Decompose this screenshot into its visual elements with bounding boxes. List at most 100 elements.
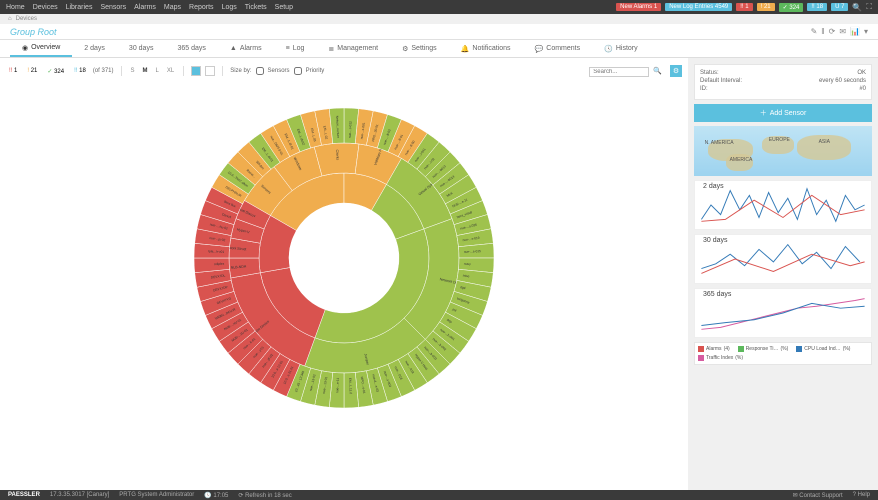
legend-swatch	[738, 346, 744, 352]
footer-time: 🕓 17:05	[204, 492, 228, 499]
priority-checkbox[interactable]	[294, 67, 302, 75]
legend-item: Response Ti… (%)	[738, 346, 789, 352]
priority-label: Priority	[306, 68, 325, 74]
page-title: Group Root	[10, 27, 57, 37]
size-by-label: Size by:	[230, 68, 251, 74]
minichart-30days[interactable]: 30 days	[694, 234, 872, 284]
sensors-checkbox[interactable]	[256, 67, 264, 75]
id-label: ID:	[700, 86, 708, 92]
view-toolbar: 1 21 324 18 (of 371) S M L XL Size by: S…	[6, 64, 682, 78]
add-sensor-button[interactable]: ＋ Add Sensor	[694, 104, 872, 122]
legend-panel: Alarms (4) Response Ti… (%) CPU Load Ind…	[694, 342, 872, 365]
breadcrumb-item[interactable]: Devices	[16, 16, 37, 22]
stat-warn[interactable]: 21	[24, 67, 40, 75]
nav-tickets[interactable]: Tickets	[245, 4, 267, 11]
fullscreen-icon[interactable]: ⛶	[866, 2, 872, 12]
minichart-title: 2 days	[703, 183, 724, 190]
nav-reports[interactable]: Reports	[189, 4, 214, 11]
nav-logs[interactable]: Logs	[222, 4, 237, 11]
minichart-365days[interactable]: 365 days	[694, 288, 872, 338]
search-box	[589, 66, 649, 77]
tab-management[interactable]: ≣Management	[316, 40, 390, 57]
nav-devices[interactable]: Devices	[33, 4, 58, 11]
alarm-icon: ▲	[230, 45, 237, 52]
minichart-title: 365 days	[703, 291, 731, 298]
legend-item: Traffic Index (%)	[698, 355, 743, 361]
chart-icon[interactable]: 📊	[850, 27, 860, 36]
size-m[interactable]: M	[141, 68, 150, 74]
stat-paused[interactable]: 18	[71, 67, 89, 75]
tab-overview[interactable]: ◉Overview	[10, 40, 72, 57]
search-input[interactable]	[589, 67, 649, 77]
search-icon[interactable]: 🔍	[852, 3, 862, 12]
view-sunburst-button[interactable]	[191, 66, 201, 76]
title-bar: Group Root ✎ ‖ ⟳ ✉ 📊 ▾	[0, 24, 878, 40]
new-log-badge[interactable]: New Log Entries 4549	[665, 3, 732, 11]
divider	[121, 66, 122, 76]
footer-support[interactable]: ✉ Contact Support	[793, 492, 843, 499]
footer-help[interactable]: ? Help	[853, 492, 870, 499]
home-icon[interactable]: ⌂	[8, 16, 12, 22]
svg-text:EM...L.11.d: EM...L.11.d	[348, 378, 353, 394]
tab-notifications[interactable]: 🔔Notifications	[449, 40, 523, 57]
tab-30days[interactable]: 30 days	[117, 40, 166, 57]
view-grid-button[interactable]	[205, 66, 215, 76]
footer: PAESSLER 17.3.35.3017 [Canary] PRTG Syst…	[0, 490, 878, 500]
legend-item: Alarms (4)	[698, 346, 730, 352]
minichart-title: 30 days	[703, 237, 728, 244]
sunburst-chart[interactable]: ServersWindowsClientsVMWare HostsVirtual…	[184, 98, 504, 418]
edit-icon[interactable]: ✎	[811, 27, 818, 36]
interval-value: every 60 seconds	[819, 78, 866, 84]
new-alarms-badge[interactable]: New Alarms 1	[616, 3, 661, 11]
tab-comments[interactable]: 💬Comments	[523, 40, 593, 57]
status-panel: Status:OK Default Interval:every 60 seco…	[694, 64, 872, 100]
nav-maps[interactable]: Maps	[164, 4, 181, 11]
comment-icon: 💬	[535, 45, 544, 53]
nav-setup[interactable]: Setup	[275, 4, 293, 11]
status-badge-up[interactable]: ✓ 324	[779, 3, 804, 12]
main-content: 1 21 324 18 (of 371) S M L XL Size by: S…	[0, 58, 688, 490]
tab-alarms[interactable]: ▲Alarms	[218, 40, 274, 57]
sensors-label: Sensors	[268, 68, 290, 74]
nav-libraries[interactable]: Libraries	[66, 4, 93, 11]
footer-brand[interactable]: PAESSLER	[8, 492, 40, 498]
management-icon: ≣	[328, 45, 334, 53]
status-badge-paused[interactable]: !! 18	[807, 3, 827, 11]
tab-365days[interactable]: 365 days	[165, 40, 217, 57]
menu-icon[interactable]: ▾	[864, 27, 868, 36]
right-sidebar: Status:OK Default Interval:every 60 seco…	[688, 58, 878, 490]
mail-icon[interactable]: ✉	[839, 27, 846, 36]
size-l[interactable]: L	[154, 68, 161, 74]
legend-swatch	[698, 355, 704, 361]
tab-history[interactable]: 🕓History	[592, 40, 650, 57]
status-value: OK	[857, 70, 866, 76]
log-icon: ≡	[286, 45, 290, 52]
nav-alarms[interactable]: Alarms	[134, 4, 156, 11]
nav-home[interactable]: Home	[6, 4, 25, 11]
footer-version: 17.3.35.3017 [Canary]	[50, 492, 109, 498]
stat-up[interactable]: 324	[44, 67, 67, 76]
pause-icon[interactable]: ‖	[821, 27, 824, 36]
tab-log[interactable]: ≡Log	[274, 40, 317, 57]
tab-2days[interactable]: 2 days	[72, 40, 117, 57]
stat-down[interactable]: 1	[6, 67, 20, 75]
options-gear-button[interactable]: ⚙	[670, 65, 682, 77]
world-map[interactable]: N. AMERICA EUROPE ASIA AMERICA	[694, 126, 872, 176]
svg-text:nue-...s-012: nue-...s-012	[348, 121, 353, 138]
tab-bar: ◉Overview 2 days 30 days 365 days ▲Alarm…	[0, 40, 878, 58]
nav-sensors[interactable]: Sensors	[100, 4, 126, 11]
size-s[interactable]: S	[129, 68, 137, 74]
svg-text:nuuy: nuuy	[464, 262, 472, 266]
status-badge-unknown[interactable]: U 7	[831, 3, 848, 11]
legend-swatch	[698, 346, 704, 352]
size-xl[interactable]: XL	[165, 68, 176, 74]
status-badge-warn[interactable]: ! 21	[757, 3, 775, 11]
minichart-2days[interactable]: 2 days	[694, 180, 872, 230]
status-badge-down[interactable]: !! 1	[736, 3, 752, 11]
top-nav: Home Devices Libraries Sensors Alarms Ma…	[0, 0, 878, 14]
search-submit-icon[interactable]: 🔍	[653, 67, 662, 75]
svg-text:nue-...s-015: nue-...s-015	[464, 249, 481, 254]
overview-icon: ◉	[22, 44, 28, 52]
refresh-icon[interactable]: ⟳	[829, 27, 836, 36]
tab-settings[interactable]: ⚙Settings	[390, 40, 449, 57]
